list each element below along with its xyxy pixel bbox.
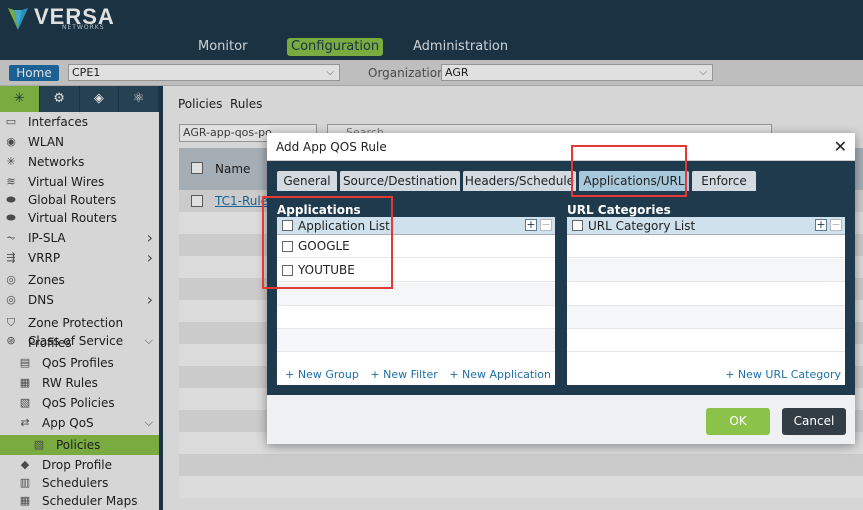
url-categories-header: URL Category List + − [567,217,845,235]
annotation-box-tab [571,145,687,197]
ok-button[interactable]: OK [706,408,770,435]
new-application-link[interactable]: + New Application [449,368,551,381]
cancel-button[interactable]: Cancel [782,408,846,435]
list-item [567,259,845,282]
tab-general[interactable]: General [277,171,337,191]
list-item [567,235,845,258]
list-item [567,306,845,329]
dialog-header: Add App QOS Rule ✕ [267,133,855,161]
close-icon[interactable]: ✕ [834,137,847,156]
applications-footer: + New Group + New Filter + New Applicati… [277,368,551,381]
add-icon[interactable]: + [525,219,537,231]
url-category-list-heading: URL Category List [588,219,696,233]
annotation-box-applications [262,196,393,289]
url-categories-label: URL Categories [567,203,671,217]
list-item [567,283,845,306]
tab-enforce[interactable]: Enforce [692,171,756,191]
list-item [567,329,845,352]
tab-headers-schedule[interactable]: Headers/Schedule [463,171,576,191]
list-item [277,329,555,352]
remove-icon[interactable]: − [830,219,842,231]
add-icon[interactable]: + [815,219,827,231]
url-categories-panel: URL Category List + − + New URL Category [567,217,845,385]
new-group-link[interactable]: + New Group [285,368,359,381]
list-item [277,306,555,329]
url-categories-footer: + New URL Category [717,368,841,381]
new-filter-link[interactable]: + New Filter [370,368,437,381]
remove-icon[interactable]: − [540,219,552,231]
new-url-category-link[interactable]: + New URL Category [725,368,841,381]
url-select-all[interactable] [572,220,583,231]
tab-source-destination[interactable]: Source/Destination [340,171,460,191]
dialog-title: Add App QOS Rule [276,140,387,154]
